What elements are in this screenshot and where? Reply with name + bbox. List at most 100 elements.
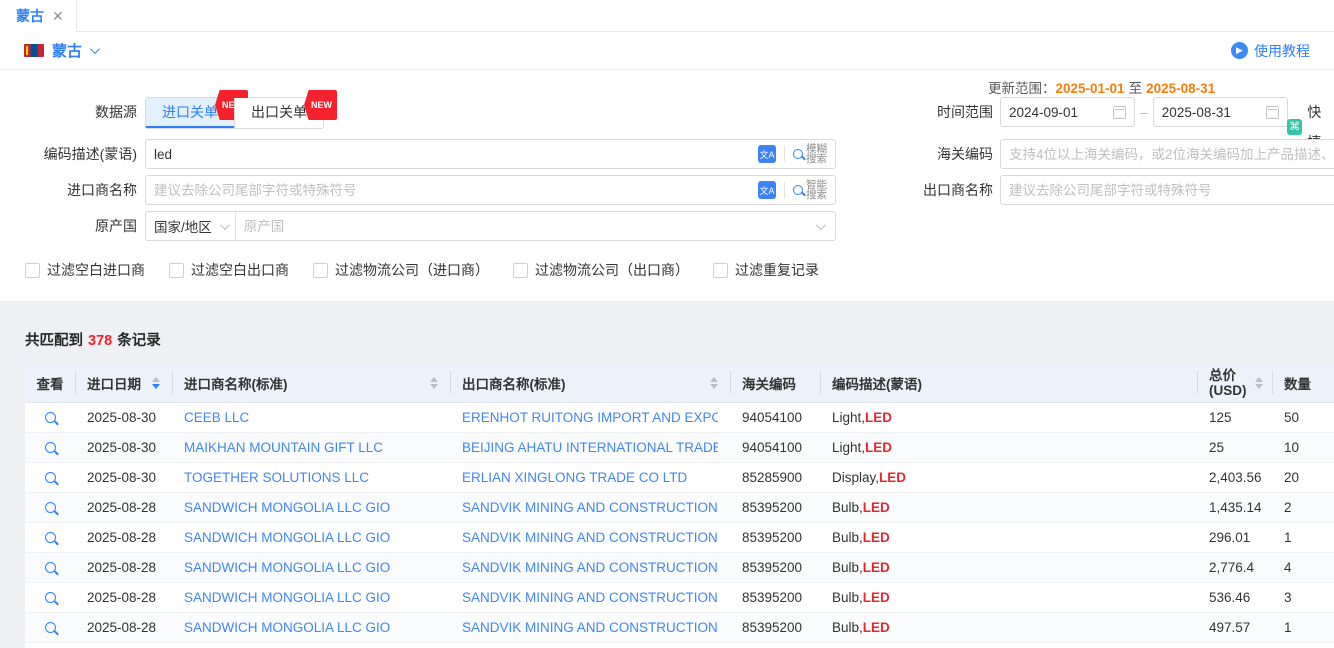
checkbox-filter-blank-importer[interactable]: 过滤空白进口商 bbox=[25, 260, 145, 280]
search-term-highlight: LED bbox=[865, 440, 892, 455]
view-search-icon[interactable] bbox=[45, 592, 56, 603]
divider bbox=[784, 182, 785, 198]
origin-country-input[interactable] bbox=[236, 219, 816, 234]
code-desc-input[interactable] bbox=[154, 147, 758, 162]
exporter-link[interactable]: SANDVIK MINING AND CONSTRUCTION L... bbox=[462, 530, 718, 545]
col-hs-code: 海关编码 bbox=[730, 363, 820, 402]
view-cell bbox=[25, 433, 75, 462]
view-search-icon[interactable] bbox=[45, 532, 56, 543]
col-quantity: 数量 bbox=[1272, 363, 1334, 402]
calendar-icon bbox=[1266, 106, 1279, 119]
search-term-highlight: LED bbox=[863, 560, 890, 575]
code-desc-label: 编码描述(蒙语) bbox=[25, 139, 137, 169]
smart-search-label[interactable]: 智能 搜索 bbox=[806, 180, 827, 201]
fuzzy-search-label[interactable]: 模糊 搜索 bbox=[806, 144, 827, 165]
data-source-tabs: 进口关单 NEW 出口关单 NEW bbox=[145, 97, 324, 129]
close-icon[interactable]: ✕ bbox=[52, 9, 64, 23]
exporter-link[interactable]: SANDVIK MINING AND CONSTRUCTION L... bbox=[462, 560, 718, 575]
exporter-link[interactable]: ERENHOT RUITONG IMPORT AND EXPORT ... bbox=[462, 410, 718, 425]
checkbox-filter-duplicates[interactable]: 过滤重复记录 bbox=[713, 260, 819, 280]
importer-link[interactable]: SANDWICH MONGOLIA LLC GIO bbox=[184, 620, 390, 635]
fuzzy-search-icon[interactable] bbox=[793, 149, 803, 159]
translate-icon[interactable]: 文A bbox=[758, 145, 776, 163]
exporter-link[interactable]: SANDVIK MINING AND CONSTRUCTION L... bbox=[462, 590, 718, 605]
importer-link[interactable]: MAIKHAN MOUNTAIN GIFT LLC bbox=[184, 440, 383, 455]
view-search-icon[interactable] bbox=[45, 472, 56, 483]
smart-search-icon[interactable] bbox=[793, 185, 803, 195]
tutorial-link[interactable]: ▶ 使用教程 bbox=[1231, 41, 1310, 61]
importer-link[interactable]: TOGETHER SOLUTIONS LLC bbox=[184, 470, 369, 485]
tab-export-declarations[interactable]: 出口关单 NEW bbox=[234, 98, 323, 128]
col-total-usd: 总价(USD) bbox=[1197, 363, 1272, 402]
tab-import-declarations[interactable]: 进口关单 NEW bbox=[146, 98, 234, 128]
hs-code-cell: 85285900 bbox=[730, 463, 820, 492]
view-cell bbox=[25, 553, 75, 582]
chevron-down-icon[interactable] bbox=[90, 44, 100, 54]
chevron-down-icon bbox=[220, 220, 230, 230]
col-import-date: 进口日期 bbox=[75, 363, 172, 402]
exporter-link[interactable]: ERLIAN XINGLONG TRADE CO LTD bbox=[462, 470, 687, 485]
importer-link[interactable]: SANDWICH MONGOLIA LLC GIO bbox=[184, 500, 390, 515]
importer-link[interactable]: SANDWICH MONGOLIA LLC GIO bbox=[184, 530, 390, 545]
hs-code-cell: 85395200 bbox=[730, 583, 820, 612]
code-desc-cell: Bulb, LED bbox=[820, 553, 1197, 582]
mongolia-flag-icon bbox=[24, 44, 44, 57]
table-row: 2025-08-28SANDWICH MONGOLIA LLC GIOSANDV… bbox=[25, 583, 1334, 613]
sort-control[interactable] bbox=[702, 377, 718, 389]
importer-link[interactable]: SANDWICH MONGOLIA LLC GIO bbox=[184, 590, 390, 605]
search-term-highlight: LED bbox=[863, 530, 890, 545]
tab-mongolia[interactable]: 蒙古 ✕ bbox=[0, 0, 77, 32]
table-row: 2025-08-28SANDWICH MONGOLIA LLC GIOSANDV… bbox=[25, 523, 1334, 553]
table-row: 2025-08-28SANDWICH MONGOLIA LLC GIOSANDV… bbox=[25, 493, 1334, 523]
importer-link[interactable]: CEEB LLC bbox=[184, 410, 249, 425]
checkbox-filter-logistics-exporter[interactable]: 过滤物流公司（出口商） bbox=[513, 260, 689, 280]
code-desc-cell: Light, LED bbox=[820, 433, 1197, 462]
quantity-cell: 10 bbox=[1272, 433, 1334, 462]
exporter-link[interactable]: BEIJING AHATU INTERNATIONAL TRADE C... bbox=[462, 440, 718, 455]
start-date-input[interactable]: 2024-09-01 bbox=[1000, 97, 1135, 127]
translate-icon[interactable]: 文A bbox=[758, 181, 776, 199]
view-search-icon[interactable] bbox=[45, 442, 56, 453]
checkbox-icon bbox=[169, 263, 184, 278]
origin-region-select[interactable]: 国家/地区 bbox=[146, 212, 236, 240]
sort-control[interactable] bbox=[144, 377, 160, 389]
search-term-highlight: LED bbox=[863, 620, 890, 635]
checkbox-icon bbox=[25, 263, 40, 278]
view-search-icon[interactable] bbox=[45, 562, 56, 573]
sort-control[interactable] bbox=[1247, 377, 1263, 389]
hs-code-cell: 85395200 bbox=[730, 493, 820, 522]
data-source-label: 数据源 bbox=[25, 97, 137, 127]
col-code-desc: 编码描述(蒙语) bbox=[820, 363, 1197, 402]
country-title: 蒙古 bbox=[52, 40, 82, 61]
hs-code-input[interactable] bbox=[1009, 147, 1334, 162]
exporter-link[interactable]: SANDVIK MINING AND CONSTRUCTION L... bbox=[462, 620, 718, 635]
importer-link[interactable]: SANDWICH MONGOLIA LLC GIO bbox=[184, 560, 390, 575]
quantity-cell: 4 bbox=[1272, 553, 1334, 582]
tab-bar: 蒙古 ✕ bbox=[0, 0, 1334, 32]
app-header: 蒙古 ▶ 使用教程 bbox=[0, 32, 1334, 70]
update-range-to: 2025-08-31 bbox=[1146, 81, 1215, 96]
search-term-highlight: LED bbox=[865, 410, 892, 425]
filter-checkboxes: 过滤空白进口商 过滤空白出口商 过滤物流公司（进口商） 过滤物流公司（出口商） … bbox=[25, 260, 819, 280]
total-usd-cell: 25 bbox=[1197, 433, 1272, 462]
quantity-cell: 1 bbox=[1272, 613, 1334, 642]
view-search-icon[interactable] bbox=[45, 412, 56, 423]
code-desc-cell: Light, LED bbox=[820, 403, 1197, 432]
view-cell bbox=[25, 493, 75, 522]
col-exporter: 出口商名称(标准) bbox=[450, 363, 730, 402]
end-date-input[interactable]: 2025-08-31 bbox=[1153, 97, 1288, 127]
view-search-icon[interactable] bbox=[45, 502, 56, 513]
checkbox-filter-blank-exporter[interactable]: 过滤空白出口商 bbox=[169, 260, 289, 280]
exporter-link[interactable]: SANDVIK MINING AND CONSTRUCTION L... bbox=[462, 500, 718, 515]
code-desc-cell: Bulb, LED bbox=[820, 493, 1197, 522]
checkbox-filter-logistics-importer[interactable]: 过滤物流公司（进口商） bbox=[313, 260, 489, 280]
exporter-name-input[interactable] bbox=[1009, 183, 1334, 198]
view-cell bbox=[25, 523, 75, 552]
total-usd-cell: 2,403.56 bbox=[1197, 463, 1272, 492]
view-search-icon[interactable] bbox=[45, 622, 56, 633]
quantity-cell: 3 bbox=[1272, 583, 1334, 612]
exporter-name-label: 出口商名称 bbox=[913, 175, 993, 205]
sort-control[interactable] bbox=[422, 377, 438, 389]
total-usd-cell: 1,435.14 bbox=[1197, 493, 1272, 522]
importer-name-input[interactable] bbox=[154, 183, 758, 198]
